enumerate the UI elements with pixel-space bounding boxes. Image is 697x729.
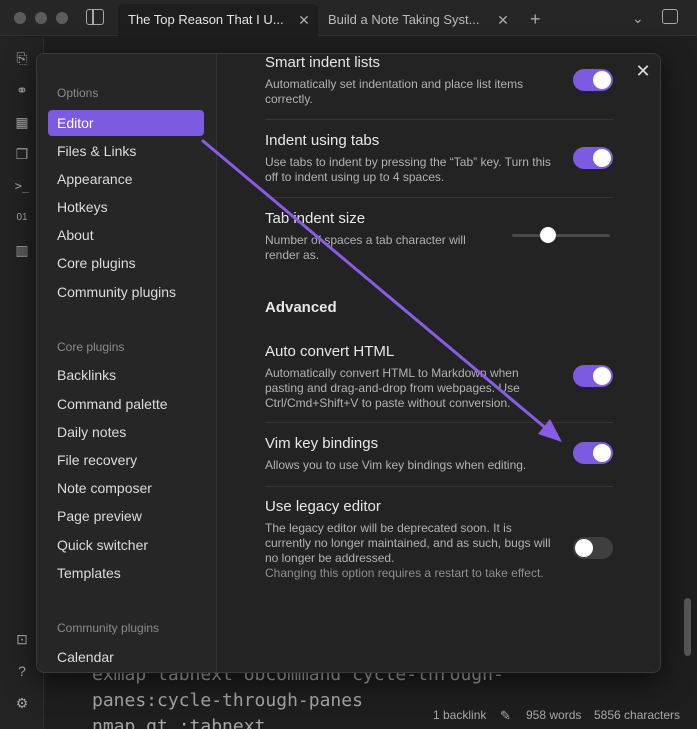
setting-name: Use legacy editor [265, 498, 381, 515]
nav-community-plugins[interactable]: Community plugins [48, 279, 204, 305]
nav-calendar[interactable]: Calendar [48, 644, 204, 670]
close-icon[interactable]: ✕ [634, 62, 652, 80]
nav-about[interactable]: About [48, 222, 204, 248]
vault-icon[interactable]: ⊡ [13, 630, 31, 648]
tab-size-slider[interactable] [512, 227, 610, 243]
tab-label: Build a Note Taking Syst... [328, 12, 480, 27]
editor-line[interactable]: panes:cycle-through-panes [92, 690, 363, 711]
setting-name: Vim key bindings [265, 435, 379, 452]
setting-indent-tabs: Indent using tabs Use tabs to indent by … [265, 132, 613, 198]
right-sidebar-toggle-icon[interactable] [662, 9, 678, 24]
nav-core-plugins[interactable]: Core plugins [48, 250, 204, 276]
toggle-smart-indent[interactable] [573, 69, 613, 91]
status-word-count: 958 words [526, 708, 582, 722]
edit-icon[interactable]: ✎ [500, 708, 511, 724]
nav-appearance[interactable]: Appearance [48, 166, 204, 192]
setting-name: Indent using tabs [265, 132, 380, 149]
nav-page-preview[interactable]: Page preview [48, 503, 204, 529]
chevron-down-icon[interactable]: ⌄ [632, 10, 644, 27]
setting-desc: Automatically set indentation and place … [265, 77, 524, 106]
settings-sidebar: Options Editor Files & Links Appearance … [37, 54, 217, 672]
setting-legacy-editor: Use legacy editor The legacy editor will… [265, 498, 613, 608]
nav-hotkeys[interactable]: Hotkeys [48, 194, 204, 220]
editor-scrollbar[interactable] [684, 598, 691, 656]
setting-desc: The legacy editor will be deprecated soo… [265, 521, 551, 565]
nav-file-recovery[interactable]: File recovery [48, 447, 204, 473]
nav-note-composer[interactable]: Note composer [48, 475, 204, 501]
setting-desc: Allows you to use Vim key bindings when … [265, 458, 527, 472]
nav-templates[interactable]: Templates [48, 560, 204, 586]
nav-command-palette[interactable]: Command palette [48, 391, 204, 417]
setting-name: Smart indent lists [265, 54, 381, 71]
copy-icon[interactable]: ❐ [13, 145, 31, 163]
nav-editor[interactable]: Editor [48, 110, 204, 136]
new-tab-icon[interactable]: + [530, 4, 541, 36]
tab-inactive[interactable]: Build a Note Taking Syst... [318, 4, 494, 36]
graph-view-icon[interactable]: ⚭ [13, 81, 31, 99]
tab-close-icon[interactable]: ✕ [495, 4, 511, 36]
binary-icon[interactable]: 01 [13, 209, 31, 227]
minimize-window-button[interactable] [35, 12, 47, 24]
calendar-icon[interactable]: ▦ [13, 113, 31, 131]
nav-quick-switcher[interactable]: Quick switcher [48, 532, 204, 558]
help-icon[interactable]: ? [13, 662, 31, 680]
core-plugins-heading: Core plugins [57, 340, 125, 354]
settings-modal: Options Editor Files & Links Appearance … [36, 53, 661, 673]
setting-desc: Automatically convert HTML to Markdown w… [265, 366, 520, 410]
maximize-window-button[interactable] [56, 12, 68, 24]
toggle-vim[interactable] [573, 442, 613, 464]
open-file-icon[interactable]: ⎘ [13, 49, 31, 67]
community-plugins-heading: Community plugins [57, 621, 160, 635]
setting-auto-html: Auto convert HTML Automatically convert … [265, 343, 613, 423]
tab-close-icon[interactable]: ✕ [296, 4, 312, 36]
toggle-legacy-editor[interactable] [573, 537, 613, 559]
setting-desc: Use tabs to indent by pressing the “Tab”… [265, 155, 551, 184]
status-char-count: 5856 characters [594, 708, 681, 722]
setting-name: Tab indent size [265, 210, 366, 227]
tab-label: The Top Reason That I U... [128, 12, 284, 27]
kanban-icon[interactable]: ▥ [13, 241, 31, 259]
nav-backlinks[interactable]: Backlinks [48, 362, 204, 388]
setting-note: Changing this option requires a restart … [265, 566, 544, 580]
setting-vim: Vim key bindings Allows you to use Vim k… [265, 435, 613, 487]
setting-desc: Number of spaces a tab character will re… [265, 233, 466, 262]
toggle-auto-html[interactable] [573, 365, 613, 387]
setting-name: Auto convert HTML [265, 343, 395, 360]
toggle-indent-tabs[interactable] [573, 147, 613, 169]
setting-tab-size: Tab indent size Number of spaces a tab c… [265, 210, 613, 278]
close-window-button[interactable] [14, 12, 26, 24]
editor-line[interactable]: nmap gt :tabnext [92, 716, 265, 729]
advanced-heading: Advanced [265, 299, 337, 316]
options-heading: Options [57, 86, 99, 100]
title-bar: The Top Reason That I U... ✕ Build a Not… [0, 0, 697, 36]
status-backlinks[interactable]: 1 backlink [433, 708, 486, 722]
setting-smart-indent: Smart indent lists Automatically set ind… [265, 54, 613, 120]
sidebar-toggle-icon[interactable] [86, 9, 104, 25]
terminal-icon[interactable]: >_ [13, 177, 31, 195]
nav-files-links[interactable]: Files & Links [48, 138, 204, 164]
tab-active[interactable]: The Top Reason That I U... [118, 4, 318, 36]
slider-knob[interactable] [540, 227, 556, 243]
settings-icon[interactable]: ⚙ [13, 694, 31, 712]
nav-daily-notes[interactable]: Daily notes [48, 419, 204, 445]
